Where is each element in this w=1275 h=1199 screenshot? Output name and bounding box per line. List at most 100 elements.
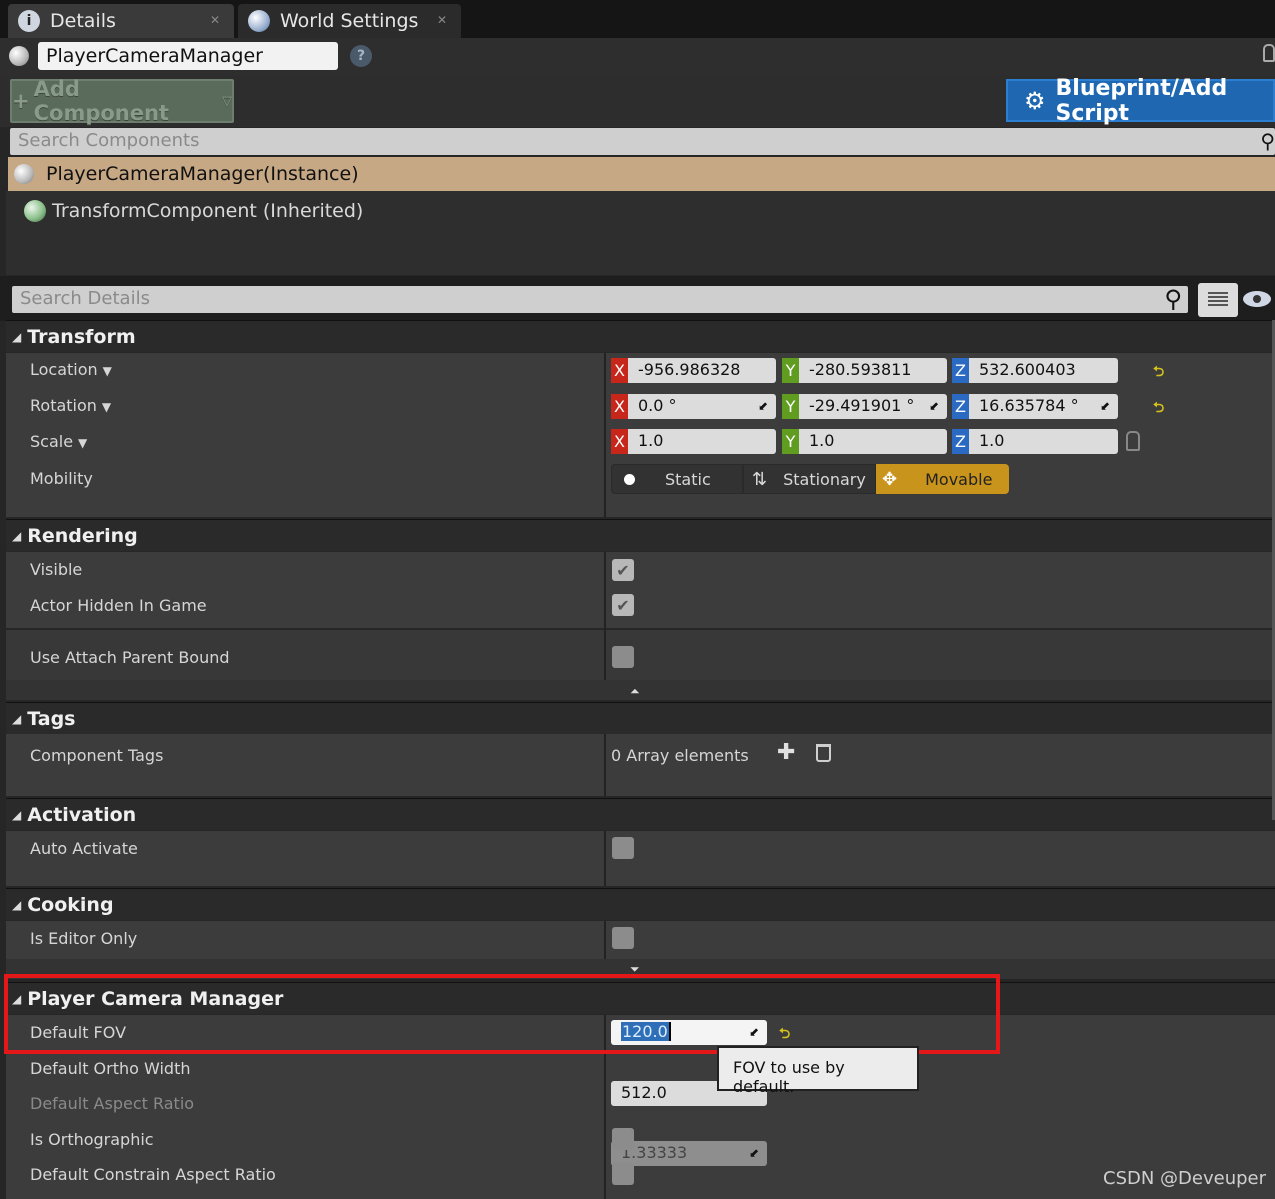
scale-z-value[interactable]: 1.0	[969, 429, 1118, 454]
column-divider[interactable]	[604, 552, 606, 680]
axis-x-label: X	[611, 429, 628, 454]
reset-to-default-icon[interactable]: ⮌	[1153, 361, 1164, 385]
info-icon: i	[18, 10, 40, 32]
chevron-down-icon: ▽	[222, 93, 232, 109]
component-item-transform[interactable]: TransformComponent (Inherited)	[24, 200, 363, 222]
help-icon[interactable]: ?	[350, 45, 372, 67]
location-label[interactable]: Location ▼	[30, 360, 112, 379]
default-constrain-aspect-ratio-checkbox[interactable]	[612, 1163, 634, 1185]
collapse-triangle-icon: ◢	[12, 807, 22, 822]
blueprint-add-script-button[interactable]: ⚙ Blueprint/Add Script	[1006, 76, 1275, 126]
mobility-label: Mobility	[30, 469, 93, 488]
column-divider[interactable]	[604, 353, 606, 517]
static-dot-icon	[624, 473, 635, 485]
rotation-z-value[interactable]: 16.635784 ° ⬋	[969, 394, 1118, 419]
scale-y-value[interactable]: 1.0	[799, 429, 947, 454]
spin-arrows-icon[interactable]: ⬋	[758, 399, 770, 413]
grid-icon	[1208, 292, 1228, 308]
spin-arrows-icon[interactable]: ⬋	[1100, 399, 1112, 413]
search-details-placeholder: Search Details	[20, 288, 150, 309]
category-rendering[interactable]: ◢ Rendering	[6, 519, 1275, 551]
mobility-movable-label: Movable	[925, 469, 993, 489]
component-item-selected[interactable]: PlayerCameraManager(Instance)	[8, 157, 1275, 191]
visible-checkbox[interactable]: ✔	[612, 559, 634, 581]
move-arrows-icon: ✥	[882, 468, 898, 490]
search-icon: ⚲	[1164, 285, 1182, 313]
axis-y-label: Y	[782, 429, 799, 454]
array-elements-count: 0 Array elements	[611, 746, 749, 765]
tab-details[interactable]: i Details ✕	[8, 4, 234, 38]
location-y-field[interactable]: Y -280.593811	[782, 358, 947, 383]
scene-component-icon	[24, 200, 46, 222]
mobility-stationary-label: Stationary	[783, 469, 866, 489]
category-tags[interactable]: ◢ Tags	[6, 702, 1275, 734]
rotation-x-value[interactable]: 0.0 ° ⬋	[628, 394, 776, 419]
close-icon[interactable]: ✕	[210, 13, 220, 27]
category-cooking[interactable]: ◢ Cooking	[6, 888, 1275, 920]
tab-details-label: Details	[50, 10, 116, 32]
axis-z-label: Z	[952, 429, 969, 454]
component-tags-label: Component Tags	[30, 746, 164, 765]
category-activation[interactable]: ◢ Activation	[6, 798, 1275, 830]
stationary-icon: ⇅	[752, 468, 768, 490]
location-z-value[interactable]: 532.600403	[969, 358, 1118, 383]
location-x-field[interactable]: X -956.986328	[611, 358, 776, 383]
add-component-label: Add Component	[33, 77, 169, 125]
eye-icon[interactable]	[1243, 291, 1271, 307]
is-orthographic-checkbox[interactable]	[612, 1128, 634, 1150]
lock-icon[interactable]	[1263, 44, 1275, 62]
search-icon: ⚲	[1260, 129, 1275, 153]
category-title: Activation	[27, 803, 137, 826]
axis-x-label: X	[611, 358, 628, 383]
scale-y-field[interactable]: Y 1.0	[782, 429, 947, 454]
rotation-x-field[interactable]: X 0.0 ° ⬋	[611, 394, 776, 419]
auto-activate-label: Auto Activate	[30, 839, 138, 858]
actor-hidden-checkbox[interactable]: ✔	[612, 594, 634, 616]
location-y-value[interactable]: -280.593811	[799, 358, 947, 383]
tab-world-settings[interactable]: World Settings ✕	[238, 4, 461, 38]
blueprint-label: Blueprint/Add Script	[1055, 75, 1228, 126]
column-divider[interactable]	[604, 831, 606, 886]
expand-down-icon[interactable]: ⏷	[630, 962, 644, 976]
scale-x-field[interactable]: X 1.0	[611, 429, 776, 454]
trash-icon[interactable]	[816, 744, 831, 762]
property-matrix-button[interactable]	[1198, 283, 1238, 317]
rotation-label[interactable]: Rotation ▼	[30, 396, 111, 415]
scale-z-field[interactable]: Z 1.0	[952, 429, 1118, 454]
scale-x-value[interactable]: 1.0	[628, 429, 776, 454]
search-details-input[interactable]: Search Details ⚲	[12, 285, 1188, 313]
add-component-button[interactable]: + Add Component ▽	[10, 77, 234, 125]
mobility-movable-option[interactable]: ✥ Movable	[876, 464, 1009, 494]
rotation-z-field[interactable]: Z 16.635784 ° ⬋	[952, 394, 1118, 419]
collapse-triangle-icon: ◢	[12, 528, 22, 543]
tab-world-settings-label: World Settings	[280, 10, 419, 32]
spin-arrows-icon[interactable]: ⬋	[929, 399, 941, 413]
cooking-section	[6, 921, 1275, 959]
reset-to-default-icon[interactable]: ⮌	[1153, 397, 1164, 421]
auto-activate-checkbox[interactable]	[612, 837, 634, 859]
actor-name-field[interactable]: PlayerCameraManager	[38, 42, 338, 70]
category-title: Rendering	[27, 524, 138, 547]
spin-arrows-icon: ⬋	[749, 1146, 760, 1160]
rotation-y-value[interactable]: -29.491901 ° ⬋	[799, 394, 947, 419]
column-divider[interactable]	[604, 734, 606, 796]
scale-label[interactable]: Scale ▼	[30, 432, 87, 451]
chevron-down-icon: ▼	[101, 400, 112, 414]
rotation-y-field[interactable]: Y -29.491901 ° ⬋	[782, 394, 947, 419]
location-z-field[interactable]: Z 532.600403	[952, 358, 1118, 383]
lock-scale-icon[interactable]	[1126, 431, 1140, 451]
is-editor-only-checkbox[interactable]	[612, 927, 634, 949]
visible-label: Visible	[30, 560, 83, 579]
location-x-value[interactable]: -956.986328	[628, 358, 776, 383]
collapse-triangle-icon: ◢	[12, 329, 22, 344]
mobility-stationary-option[interactable]: ⇅ Stationary	[743, 464, 876, 494]
collapse-up-icon[interactable]: ⏶	[630, 684, 644, 698]
axis-z-label: Z	[952, 394, 969, 419]
use-attach-parent-bound-checkbox[interactable]	[612, 646, 634, 668]
category-transform[interactable]: ◢ Transform	[6, 320, 1275, 352]
column-divider[interactable]	[604, 921, 606, 959]
mobility-static-option[interactable]: Static	[611, 464, 743, 494]
search-components-input[interactable]: Search Components ⚲	[10, 128, 1275, 155]
add-element-icon[interactable]: ✚	[777, 740, 795, 765]
close-icon[interactable]: ✕	[437, 13, 447, 27]
